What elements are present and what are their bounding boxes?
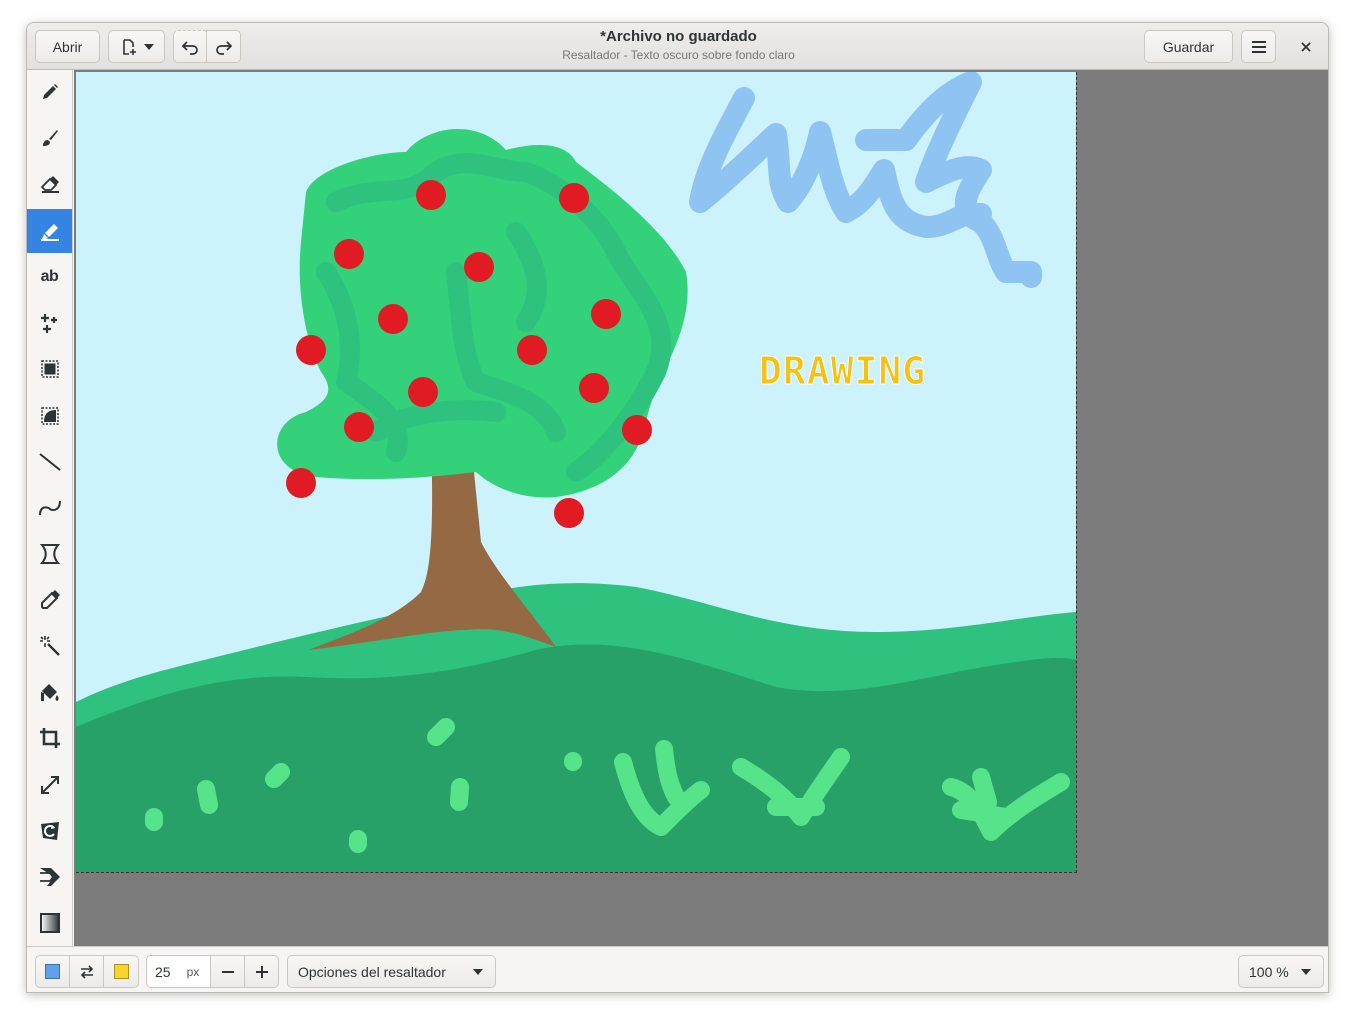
skew-icon xyxy=(38,866,62,888)
new-image-menu-button[interactable] xyxy=(108,30,165,63)
tool-magic-wand[interactable] xyxy=(27,624,72,668)
swap-arrows-icon xyxy=(79,964,95,980)
window-title-area: *Archivo no guardado Resaltador - Texto … xyxy=(427,27,930,64)
window-subtitle: Resaltador - Texto oscuro sobre fondo cl… xyxy=(562,48,795,62)
chevron-down-icon xyxy=(143,43,154,50)
tool-highlighter[interactable] xyxy=(27,209,72,253)
tool-skew[interactable] xyxy=(27,855,72,899)
tool-points[interactable] xyxy=(27,301,72,345)
plus-icon xyxy=(255,965,269,979)
brush-icon xyxy=(40,128,60,148)
line-icon xyxy=(38,451,62,473)
app-window: Abrir *Archivo no guardado Resaltador - … xyxy=(26,22,1329,993)
points-icon xyxy=(39,312,61,334)
tool-options-menu-button[interactable]: Opciones del resaltador xyxy=(287,955,496,988)
tool-free-shape[interactable] xyxy=(27,532,72,576)
swap-colors-button[interactable] xyxy=(69,955,104,988)
rotate-icon xyxy=(39,820,61,842)
tool-paint-bucket[interactable] xyxy=(27,670,72,714)
pencil-icon xyxy=(40,82,60,102)
tool-curve[interactable] xyxy=(27,486,72,530)
zoom-label: 100 % xyxy=(1249,963,1289,980)
canvas-text: DRAWING xyxy=(759,349,926,393)
scale-icon xyxy=(39,774,61,796)
undo-icon xyxy=(181,38,199,56)
minus-icon xyxy=(221,965,235,979)
filters-icon xyxy=(39,912,61,934)
new-document-icon xyxy=(120,38,138,56)
main-menu-button[interactable] xyxy=(1241,30,1276,63)
size-spinbutton[interactable]: 25 px xyxy=(146,955,211,988)
tool-rotate[interactable] xyxy=(27,809,72,853)
redo-icon xyxy=(215,38,233,56)
tool-free-selection[interactable] xyxy=(27,394,72,438)
tool-color-picker[interactable] xyxy=(27,578,72,622)
size-unit: px xyxy=(186,964,200,979)
window-title: *Archivo no guardado xyxy=(600,28,757,45)
tool-filters[interactable] xyxy=(27,901,72,945)
size-value[interactable]: 25 xyxy=(155,964,171,980)
tool-text[interactable]: ab xyxy=(27,255,72,299)
main-color-swatch xyxy=(45,964,60,979)
paint-bucket-icon xyxy=(39,681,61,703)
text-icon: ab xyxy=(40,268,59,285)
chevron-down-icon xyxy=(1301,968,1311,975)
secondary-color-button[interactable] xyxy=(103,955,139,988)
save-button[interactable]: Guardar xyxy=(1144,30,1233,63)
tool-rectangle-selection[interactable] xyxy=(27,347,72,391)
close-icon xyxy=(1300,41,1312,53)
crop-icon xyxy=(39,727,61,749)
free-selection-icon xyxy=(40,406,60,426)
size-decrease-button[interactable] xyxy=(210,955,245,988)
hamburger-icon xyxy=(1251,40,1267,54)
size-increase-button[interactable] xyxy=(244,955,279,988)
open-button[interactable]: Abrir xyxy=(35,30,100,63)
tool-crop[interactable] xyxy=(27,716,72,760)
magic-wand-icon xyxy=(39,635,61,657)
tool-eraser[interactable] xyxy=(27,162,72,206)
undo-button[interactable] xyxy=(173,30,207,63)
tool-options-label: Opciones del resaltador xyxy=(298,963,446,980)
highlighter-icon xyxy=(39,221,61,241)
tool-pencil[interactable] xyxy=(27,70,72,114)
curve-icon xyxy=(38,497,62,519)
redo-button[interactable] xyxy=(206,30,241,63)
canvas-viewport[interactable]: DRAWING xyxy=(74,70,1328,946)
main-color-button[interactable] xyxy=(35,955,70,988)
header-bar: Abrir *Archivo no guardado Resaltador - … xyxy=(27,23,1328,70)
tool-brush[interactable] xyxy=(27,116,72,160)
secondary-color-swatch xyxy=(113,964,129,979)
eraser-icon xyxy=(39,174,61,194)
close-button[interactable] xyxy=(1289,30,1322,63)
bottom-toolbar: 25 px Opciones del resaltador 100 % xyxy=(27,946,1328,992)
chevron-down-icon xyxy=(473,968,483,975)
tools-sidebar: ab xyxy=(27,70,73,946)
drawing-canvas[interactable]: DRAWING xyxy=(76,72,1077,873)
color-picker-icon xyxy=(39,589,61,611)
rectangle-selection-icon xyxy=(40,359,60,379)
zoom-menu-button[interactable]: 100 % xyxy=(1238,955,1324,988)
free-shape-icon xyxy=(39,543,61,565)
tool-line[interactable] xyxy=(27,440,72,484)
tool-scale[interactable] xyxy=(27,763,72,807)
